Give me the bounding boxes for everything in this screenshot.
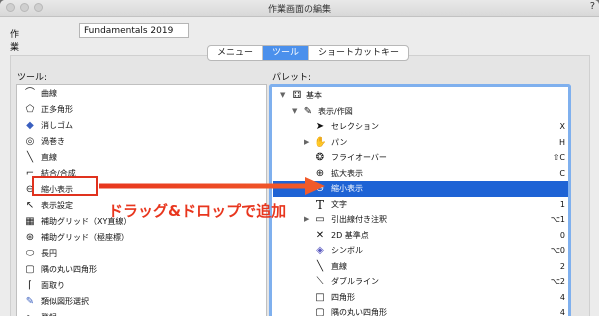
spiral-icon: ◎ (25, 136, 35, 147)
tree-row-double-line[interactable]: ⟍ ダブルライン ⌥2 (273, 274, 570, 290)
double-line-icon: ⟍ (316, 276, 324, 287)
rounded-rect-icon: ▢ (315, 307, 325, 316)
window-title: 作業画面の編集 (267, 5, 331, 15)
tree-row-pan[interactable]: ▶ ✋ パン H (273, 135, 570, 151)
disclosure-triangle-icon[interactable]: ▼ (280, 88, 285, 103)
palettes-tree[interactable]: ▼ ⚃ 基本 ▼ ✎ 表示/作図 ➤ セレクション X ▶ ✋ パン H ❂ フ… (271, 86, 571, 316)
title-bar: 作業画面の編集 ? (0, 0, 599, 17)
tree-row-line[interactable]: ╲ 直線 2 (273, 259, 570, 275)
disclosure-triangle-icon[interactable]: ▼ (292, 104, 297, 119)
view-settings-icon: ↖ (25, 200, 35, 211)
zoom-out-icon: ⊖ (315, 183, 325, 194)
polygon-icon: ⬠ (25, 104, 35, 115)
help-icon[interactable]: ? (590, 1, 595, 12)
register-icon: ▸ (24, 312, 36, 316)
tab-menus[interactable]: メニュー (208, 46, 264, 60)
hand-icon: ✋ (314, 136, 327, 148)
selection-arrow-icon: ➤ (315, 121, 325, 132)
tree-row-rounded-rect[interactable]: ▢ 隅の丸い四角形 4 (273, 305, 570, 316)
tree-row-text[interactable]: T 文字 1 (273, 197, 570, 213)
rounded-rect-icon: ▢ (25, 264, 35, 275)
tab-tools[interactable]: ツール (263, 46, 310, 60)
workspace-name-input[interactable]: Fundamentals 2019 (79, 23, 189, 38)
grid-icon: ▦ (25, 216, 35, 227)
highlight-box (32, 176, 98, 196)
symbol-icon: ◈ (316, 245, 324, 256)
tree-row-flyover[interactable]: ❂ フライオーバー ⇧C (273, 150, 570, 166)
zoom-in-icon: ⊕ (315, 167, 325, 179)
tree-row-symbol[interactable]: ◈ シンボル ⌥0 (273, 243, 570, 259)
tree-row-rectangle[interactable]: □ 四角形 4 (273, 290, 570, 306)
edit-workspace-window: 作業画面の編集 ? 作業画面の名前: Fundamentals 2019 メニュ… (0, 0, 599, 316)
line-icon: ╲ (316, 260, 324, 272)
line-icon: ╲ (26, 152, 34, 163)
chamfer-icon: ⌈ (28, 280, 32, 291)
annotation-label: ドラッグ&ドロップで追加 (108, 202, 287, 220)
tree-row-selection[interactable]: ➤ セレクション X (273, 119, 570, 135)
palettes-header: パレット: (272, 73, 312, 83)
eraser-icon: ◆ (26, 120, 34, 131)
disclosure-triangle-icon[interactable]: ▶ (304, 135, 309, 150)
text-icon: T (315, 197, 324, 212)
tab-bar: メニュー ツール ショートカットキー (207, 45, 410, 61)
similar-select-icon: ✎ (25, 296, 35, 307)
tree-row-2d-locus[interactable]: ✕ 2D 基準点 0 (273, 228, 570, 244)
basic-icon: ⚃ (292, 90, 302, 101)
tree-row-basic[interactable]: ▼ ⚃ 基本 (273, 88, 570, 104)
tree-row-zoom-in[interactable]: ⊕ 拡大表示 C (273, 166, 570, 182)
tree-row-callout[interactable]: ▶ ▭ 引出線付き注釈 ⌥1 (273, 212, 570, 228)
pencil-icon: ✎ (303, 105, 313, 117)
disclosure-triangle-icon[interactable]: ▶ (304, 212, 309, 227)
tab-shortcuts[interactable]: ショートカットキー (309, 46, 408, 60)
tools-header: ツール: (17, 73, 48, 83)
oval-icon: ⬭ (25, 248, 35, 259)
tree-row-zoom-out[interactable]: ⊖ 縮小表示 (273, 181, 570, 197)
flyover-icon: ❂ (315, 152, 325, 163)
rectangle-icon: □ (315, 291, 325, 303)
tree-row-view-draw[interactable]: ▼ ✎ 表示/作図 (273, 104, 570, 120)
locus-icon: ✕ (315, 229, 325, 241)
callout-icon: ▭ (315, 214, 325, 225)
polar-grid-icon: ⊛ (25, 232, 35, 243)
curve-icon: ⌒ (25, 88, 35, 99)
